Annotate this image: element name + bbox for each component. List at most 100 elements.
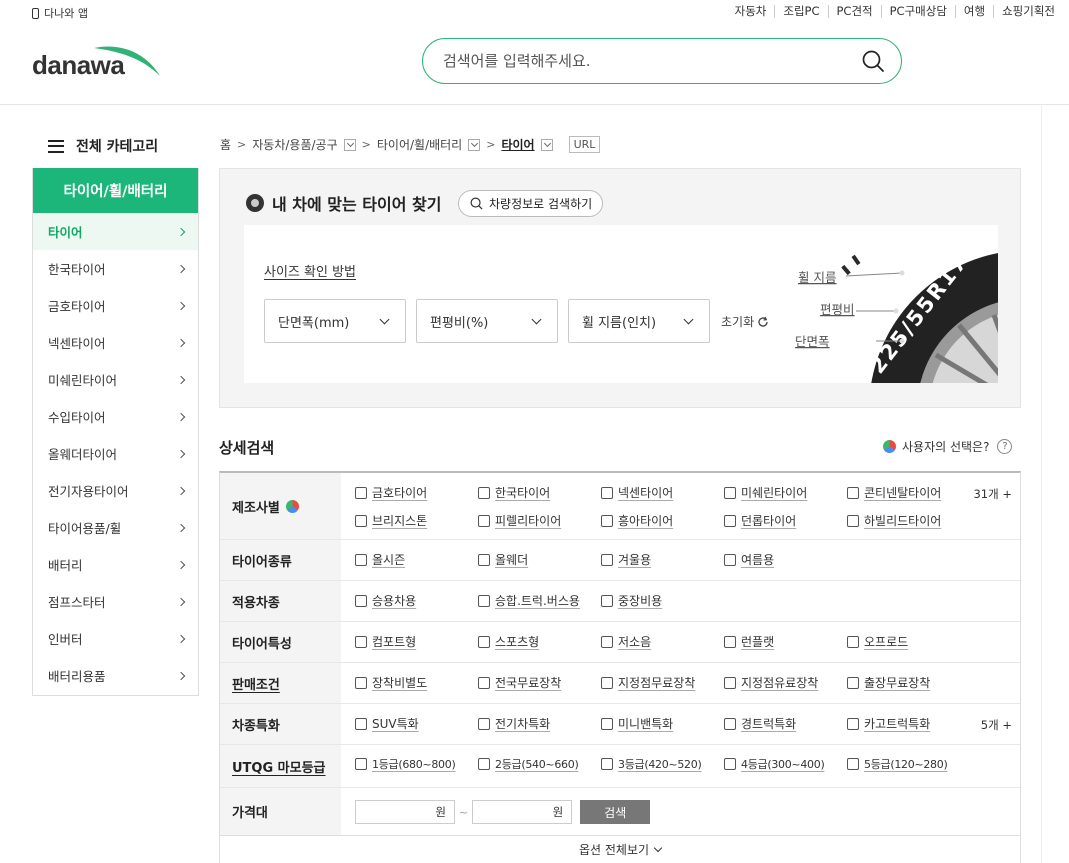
url-copy-button[interactable]: URL bbox=[568, 136, 601, 153]
section-width-select[interactable]: 단면폭(mm) bbox=[264, 299, 406, 343]
filter-label-text[interactable]: 판매조건 bbox=[232, 674, 280, 693]
filter-option-suv[interactable]: SUV특화 bbox=[355, 715, 478, 732]
filter-option-bridgestone[interactable]: 브리지스톤 bbox=[355, 512, 478, 529]
reset-button[interactable]: 초기화 bbox=[721, 313, 769, 330]
checkbox[interactable] bbox=[355, 486, 367, 499]
checkbox[interactable] bbox=[847, 676, 859, 689]
checkbox[interactable] bbox=[478, 676, 490, 689]
filter-option-nationwide-free-install[interactable]: 전국무료장착 bbox=[478, 674, 601, 691]
filter-option-all-weather[interactable]: 올웨더 bbox=[478, 551, 601, 568]
checkbox[interactable] bbox=[724, 717, 736, 730]
filter-option-dunlop[interactable]: 던롭타이어 bbox=[724, 512, 847, 529]
sidebar-item-ev-tire[interactable]: 전기자용타이어 bbox=[33, 472, 198, 509]
show-all-options-button[interactable]: 옵션 전체보기 bbox=[220, 835, 1020, 863]
sidebar-item-michelin[interactable]: 미쉐린타이어 bbox=[33, 361, 198, 398]
danawa-logo[interactable]: danawa bbox=[32, 44, 162, 84]
checkbox[interactable] bbox=[847, 758, 859, 770]
filter-option-van-truck-bus[interactable]: 승합.트럭.버스용 bbox=[478, 592, 601, 609]
filter-option-kumho[interactable]: 금호타이어 bbox=[355, 484, 478, 501]
max-price-input[interactable]: 원 bbox=[472, 800, 573, 824]
filter-option-pirelli[interactable]: 피렐리타이어 bbox=[478, 512, 601, 529]
filter-option-nexen[interactable]: 넥센타이어 bbox=[601, 484, 724, 501]
breadcrumb-dropdown-icon[interactable] bbox=[540, 138, 553, 151]
help-icon[interactable]: ? bbox=[997, 439, 1013, 454]
checkbox[interactable] bbox=[478, 594, 490, 607]
checkbox[interactable] bbox=[355, 594, 367, 607]
car-info-search-button[interactable]: 차량정보로 검색하기 bbox=[458, 190, 604, 217]
filter-option-install-separate[interactable]: 장착비별도 bbox=[355, 674, 478, 691]
checkbox[interactable] bbox=[355, 758, 367, 770]
aspect-ratio-select[interactable]: 편평비(%) bbox=[416, 299, 558, 343]
checkbox[interactable] bbox=[601, 553, 613, 566]
top-link-pc-consult[interactable]: PC구매상담 bbox=[880, 5, 955, 18]
checkbox[interactable] bbox=[601, 758, 613, 770]
filter-option-mobile-free-install[interactable]: 출장무료장착 bbox=[847, 674, 970, 691]
checkbox[interactable] bbox=[724, 486, 736, 499]
checkbox[interactable] bbox=[478, 758, 490, 770]
filter-option-passenger[interactable]: 승용차용 bbox=[355, 592, 478, 609]
filter-option-run-flat[interactable]: 런플랫 bbox=[724, 633, 847, 650]
sidebar-heading[interactable]: 타이어/휠/배터리 bbox=[33, 168, 198, 213]
checkbox[interactable] bbox=[724, 553, 736, 566]
filter-option-utqg-5[interactable]: 5등급(120~280) bbox=[847, 756, 970, 772]
more-makers-button[interactable]: 31개 + bbox=[973, 486, 1012, 502]
size-help-link[interactable]: 사이즈 확인 방법 bbox=[264, 261, 356, 280]
checkbox[interactable] bbox=[724, 676, 736, 689]
breadcrumb-current[interactable]: 타이어 bbox=[501, 136, 534, 153]
filter-option-utqg-2[interactable]: 2등급(540~660) bbox=[478, 756, 601, 772]
all-category-toggle[interactable]: 전체 카테고리 bbox=[48, 136, 158, 156]
filter-option-cargo-truck[interactable]: 카고트럭특화 bbox=[847, 715, 970, 732]
sidebar-item-all-weather[interactable]: 올웨더타이어 bbox=[33, 435, 198, 472]
user-choice-link[interactable]: 사용자의 선택은? ? bbox=[883, 438, 1013, 455]
wheel-diameter-select[interactable]: 휠 지름(인치) bbox=[568, 299, 710, 343]
checkbox[interactable] bbox=[355, 676, 367, 689]
filter-option-habilead[interactable]: 하빌리드타이어 bbox=[847, 512, 970, 529]
search-icon[interactable] bbox=[861, 49, 885, 73]
breadcrumb-car-tools[interactable]: 자동차/용품/공구 bbox=[252, 136, 337, 153]
sidebar-item-nexen[interactable]: 넥센타이어 bbox=[33, 324, 198, 361]
filter-option-comfort[interactable]: 컴포트형 bbox=[355, 633, 478, 650]
filter-option-all-season[interactable]: 올시즌 bbox=[355, 551, 478, 568]
filter-option-utqg-1[interactable]: 1등급(680~800) bbox=[355, 756, 478, 772]
sidebar-item-jump-starter[interactable]: 점프스타터 bbox=[33, 583, 198, 620]
checkbox[interactable] bbox=[355, 717, 367, 730]
checkbox[interactable] bbox=[478, 553, 490, 566]
filter-option-michelin[interactable]: 미쉐린타이어 bbox=[724, 484, 847, 501]
filter-option-sport[interactable]: 스포츠형 bbox=[478, 633, 601, 650]
checkbox[interactable] bbox=[355, 635, 367, 648]
filter-option-low-noise[interactable]: 저소음 bbox=[601, 633, 724, 650]
filter-option-heunga[interactable]: 흥아타이어 bbox=[601, 512, 724, 529]
sidebar-item-imported[interactable]: 수입타이어 bbox=[33, 398, 198, 435]
filter-option-utqg-4[interactable]: 4등급(300~400) bbox=[724, 756, 847, 772]
more-specialized-button[interactable]: 5개 + bbox=[981, 717, 1012, 733]
checkbox[interactable] bbox=[847, 635, 859, 648]
sidebar-item-tire[interactable]: 타이어 bbox=[33, 213, 198, 250]
search-input[interactable] bbox=[443, 50, 843, 72]
checkbox[interactable] bbox=[478, 486, 490, 499]
checkbox[interactable] bbox=[724, 514, 736, 527]
top-link-car[interactable]: 자동차 bbox=[727, 5, 775, 18]
sidebar-item-kumho[interactable]: 금호타이어 bbox=[33, 287, 198, 324]
sidebar-item-tire-accessories[interactable]: 타이어용품/휠 bbox=[33, 509, 198, 546]
breadcrumb-home[interactable]: 홈 bbox=[220, 136, 231, 153]
checkbox[interactable] bbox=[724, 635, 736, 648]
app-link[interactable]: 다나와 앱 bbox=[32, 5, 88, 21]
filter-option-ev[interactable]: 전기차특화 bbox=[478, 715, 601, 732]
pie-chart-icon[interactable] bbox=[285, 499, 299, 513]
filter-option-continental[interactable]: 콘티넨탈타이어 bbox=[847, 484, 970, 501]
breadcrumb-tire-wheel-battery[interactable]: 타이어/휠/배터리 bbox=[377, 136, 462, 153]
checkbox[interactable] bbox=[724, 758, 736, 770]
filter-option-light-truck[interactable]: 경트럭특화 bbox=[724, 715, 847, 732]
checkbox[interactable] bbox=[355, 514, 367, 527]
min-price-input[interactable]: 원 bbox=[355, 800, 455, 824]
checkbox[interactable] bbox=[847, 486, 859, 499]
sidebar-item-hankook[interactable]: 한국타이어 bbox=[33, 250, 198, 287]
checkbox[interactable] bbox=[601, 514, 613, 527]
checkbox[interactable] bbox=[478, 514, 490, 527]
filter-label-text[interactable]: UTQG 마모등급 bbox=[232, 757, 326, 776]
top-link-assembled-pc[interactable]: 조립PC bbox=[774, 5, 827, 18]
checkbox[interactable] bbox=[601, 594, 613, 607]
breadcrumb-dropdown-icon[interactable] bbox=[468, 138, 481, 151]
sidebar-item-battery[interactable]: 배터리 bbox=[33, 546, 198, 583]
checkbox[interactable] bbox=[847, 717, 859, 730]
